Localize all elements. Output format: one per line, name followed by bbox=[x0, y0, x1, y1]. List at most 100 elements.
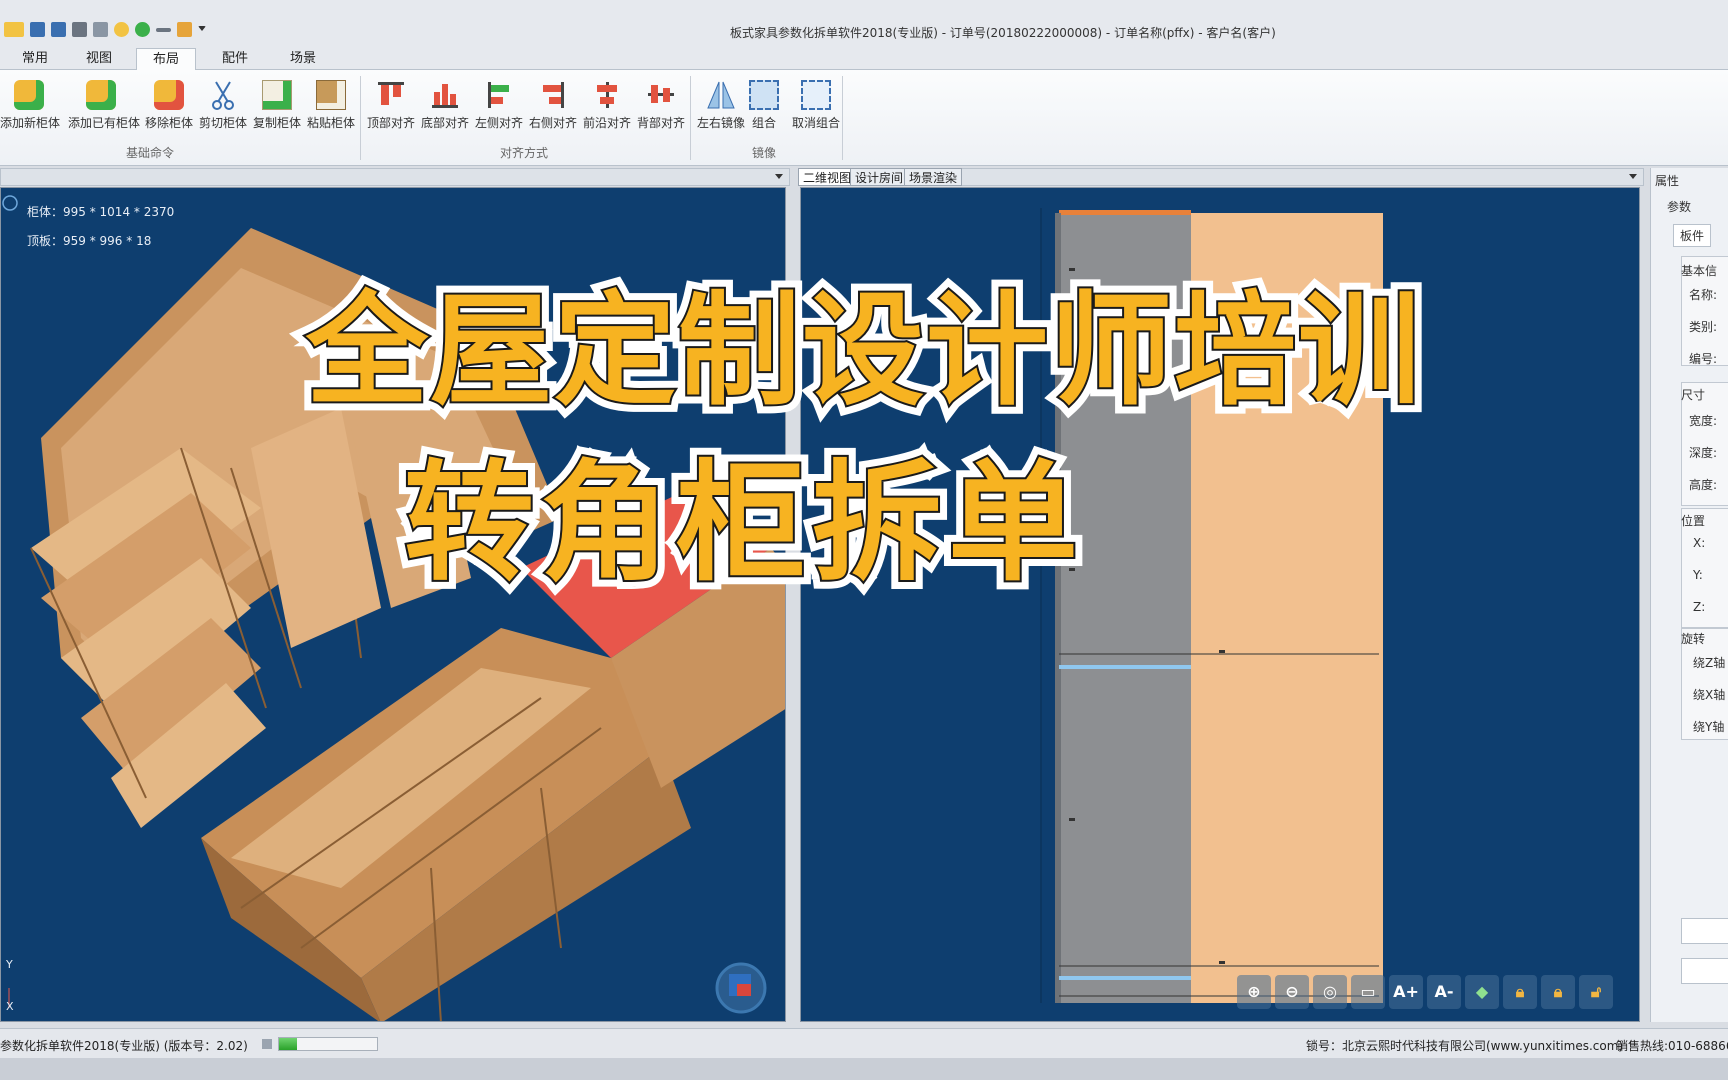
field-height: 高度: bbox=[1689, 478, 1718, 492]
group-separator bbox=[842, 76, 843, 160]
puzzle-remove-icon bbox=[154, 80, 184, 110]
zoom-out-icon[interactable]: ⊖ bbox=[1275, 975, 1309, 1009]
tab-layout[interactable]: 布局 bbox=[136, 48, 197, 70]
frame-icon[interactable]: ▭ bbox=[1351, 975, 1385, 1009]
lock-alt-icon[interactable]: 🔒︎ bbox=[1541, 975, 1575, 1009]
progress-icon bbox=[262, 1039, 272, 1049]
view-toolbar: ⊕ ⊖ ◎ ▭ A+ A- ◆ 🔒︎ 🔒︎ 🔓︎ bbox=[1237, 975, 1613, 1009]
add-existing-cabinet-button[interactable]: 添加已有柜体 bbox=[68, 78, 140, 140]
reset-button[interactable] bbox=[1681, 958, 1728, 984]
scissors-icon bbox=[208, 80, 238, 110]
field-z: Z: bbox=[1693, 600, 1706, 614]
chevron-down-icon[interactable] bbox=[198, 25, 206, 34]
box-icon[interactable] bbox=[177, 22, 192, 37]
apply-button[interactable] bbox=[1681, 918, 1728, 944]
app-window: 板式家具参数化拆单软件2018(专业版) - 订单号(2018022200000… bbox=[0, 0, 1728, 1080]
banner-line2: 转角柜拆单 bbox=[402, 445, 1084, 601]
tag-icon[interactable]: ◆ bbox=[1465, 975, 1499, 1009]
group-label-mirror: 镜像 bbox=[752, 146, 777, 160]
align-bottom-icon bbox=[430, 80, 460, 110]
tab-accessories[interactable]: 配件 bbox=[206, 48, 264, 70]
remove-cabinet-button[interactable]: 移除柜体 bbox=[140, 78, 198, 140]
cut-cabinet-button[interactable]: 剪切柜体 bbox=[194, 78, 252, 140]
dash-icon[interactable] bbox=[156, 27, 171, 32]
refresh-icon[interactable] bbox=[135, 22, 150, 37]
tab-design-room[interactable]: 设计房间 bbox=[850, 168, 909, 186]
font-increase-button[interactable]: A+ bbox=[1389, 975, 1423, 1009]
field-x: X: bbox=[1693, 536, 1706, 550]
status-bar: 参数化拆单软件2018(专业版) (版本号：2.02) 锁号：北京云熙时代科技有… bbox=[0, 1028, 1728, 1058]
add-new-cabinet-button[interactable]: 添加新柜体 bbox=[0, 78, 60, 140]
zoom-in-icon[interactable]: ⊕ bbox=[1237, 975, 1271, 1009]
ribbon-body: 添加新柜体 添加已有柜体 移除柜体 剪切柜体 复制柜体 粘贴柜体 基础命令 顶部… bbox=[0, 70, 1728, 166]
align-top-button[interactable]: 顶部对齐 bbox=[362, 78, 420, 140]
copy-doc-icon bbox=[262, 80, 292, 110]
tab-scene-render[interactable]: 场景渲染 bbox=[904, 168, 963, 186]
group-label-basic: 基础命令 bbox=[126, 146, 175, 160]
progress-bar bbox=[278, 1037, 378, 1051]
tab-panel[interactable]: 板件 bbox=[1673, 224, 1712, 247]
company-text: 锁号：北京云熙时代科技有限公司(www.yunxitimes.com) bbox=[1306, 1039, 1624, 1053]
window-title: 板式家具参数化拆单软件2018(专业版) - 订单号(2018022200000… bbox=[730, 26, 1276, 40]
align-back-icon bbox=[646, 80, 676, 110]
align-left-button[interactable]: 左侧对齐 bbox=[470, 78, 528, 140]
align-front-icon bbox=[592, 80, 622, 110]
ribbon-tabs: 常用 视图 布局 配件 场景 bbox=[0, 44, 1728, 70]
align-right-button[interactable]: 右侧对齐 bbox=[524, 78, 582, 140]
field-rot-z: 绕Z轴 bbox=[1693, 656, 1726, 670]
params-label: 参数 bbox=[1667, 200, 1692, 214]
banner-line1: 全屋定制设计师培训 bbox=[304, 278, 1422, 424]
star-icon[interactable] bbox=[114, 22, 129, 37]
field-y: Y: bbox=[1693, 568, 1703, 582]
tab-2d-view[interactable]: 二维视图 bbox=[798, 168, 857, 186]
title-bar: 板式家具参数化拆单软件2018(专业版) - 订单号(2018022200000… bbox=[0, 0, 1728, 44]
chevron-down-icon[interactable] bbox=[1629, 174, 1637, 179]
new-icon[interactable] bbox=[30, 22, 45, 37]
axis-y-label: Y bbox=[6, 958, 13, 971]
progress-fill bbox=[279, 1038, 297, 1050]
align-top-icon bbox=[376, 80, 406, 110]
tab-view[interactable]: 视图 bbox=[70, 48, 128, 70]
bottom-strip bbox=[0, 1058, 1728, 1080]
align-left-icon bbox=[484, 80, 514, 110]
tab-home[interactable]: 常用 bbox=[6, 48, 64, 70]
axis-x-label: X bbox=[6, 1000, 14, 1013]
align-right-icon bbox=[538, 80, 568, 110]
tab-scene[interactable]: 场景 bbox=[274, 48, 332, 70]
app-menu-icon[interactable] bbox=[4, 22, 24, 37]
zoom-fit-icon[interactable]: ◎ bbox=[1313, 975, 1347, 1009]
align-back-button[interactable]: 背部对齐 bbox=[632, 78, 690, 140]
ungroup-button[interactable]: 取消组合 bbox=[786, 78, 846, 140]
group-separator bbox=[690, 76, 691, 160]
lock-icon[interactable]: 🔒︎ bbox=[1503, 975, 1537, 1009]
left-panel-header bbox=[0, 168, 790, 186]
paste-cabinet-button[interactable]: 粘贴柜体 bbox=[302, 78, 360, 140]
clipboard-icon bbox=[316, 80, 346, 110]
cabinet-dimensions: 柜体：995 * 1014 * 2370 bbox=[27, 205, 175, 219]
properties-title: 属性 bbox=[1655, 174, 1680, 188]
field-rot-x: 绕X轴 bbox=[1693, 688, 1726, 702]
copy-cabinet-button[interactable]: 复制柜体 bbox=[248, 78, 306, 140]
align-front-button[interactable]: 前沿对齐 bbox=[578, 78, 636, 140]
section-position: 位置 bbox=[1681, 514, 1706, 528]
unlock-icon[interactable]: 🔓︎ bbox=[1579, 975, 1613, 1009]
mirror-icon bbox=[706, 80, 736, 110]
group-separator bbox=[360, 76, 361, 160]
group-button[interactable]: 组合 bbox=[740, 78, 788, 140]
group-icon bbox=[749, 80, 779, 110]
puzzle-arrow-icon bbox=[86, 80, 116, 110]
quick-access-toolbar bbox=[4, 22, 206, 37]
save-icon[interactable] bbox=[51, 22, 66, 37]
ungroup-icon bbox=[801, 80, 831, 110]
panel-dimensions: 顶板：959 * 996 * 18 bbox=[27, 234, 152, 248]
version-text: 参数化拆单软件2018(专业版) (版本号：2.02) bbox=[0, 1039, 248, 1053]
field-depth: 深度: bbox=[1689, 446, 1718, 460]
puzzle-add-icon bbox=[14, 80, 44, 110]
group-label-align: 对齐方式 bbox=[500, 146, 549, 160]
copy-icon[interactable] bbox=[93, 22, 108, 37]
font-decrease-button[interactable]: A- bbox=[1427, 975, 1461, 1009]
section-rotation: 旋转 bbox=[1681, 632, 1706, 646]
chevron-down-icon[interactable] bbox=[775, 174, 783, 179]
align-bottom-button[interactable]: 底部对齐 bbox=[416, 78, 474, 140]
print-icon[interactable] bbox=[72, 22, 87, 37]
